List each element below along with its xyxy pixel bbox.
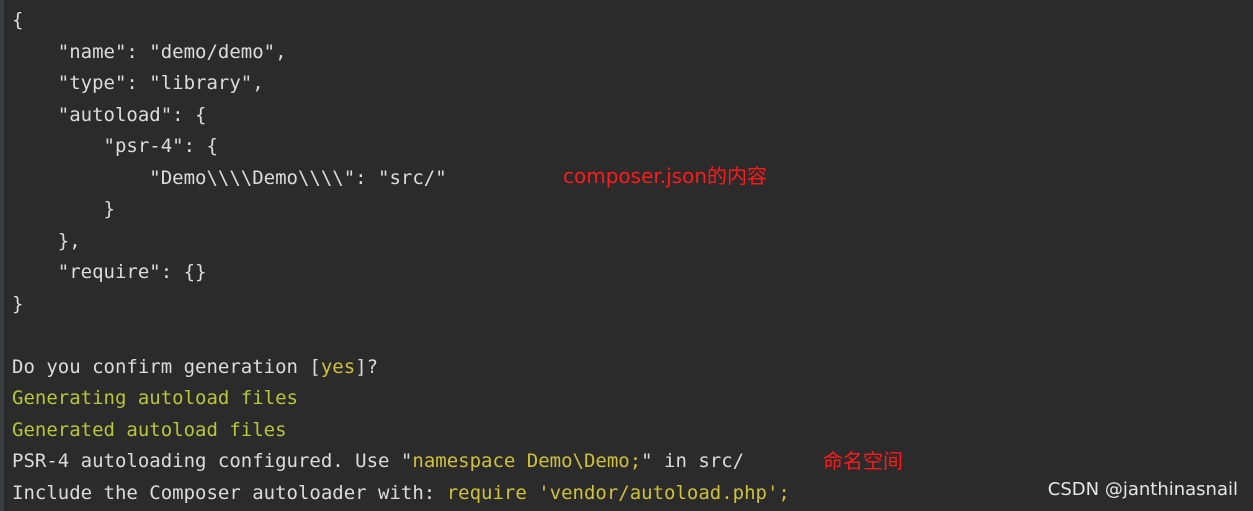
json-line: "Demo\\\\Demo\\\\": "src/" bbox=[12, 167, 447, 189]
json-line: { bbox=[12, 9, 24, 31]
annotation-composer-json: composer.json的内容 bbox=[563, 164, 768, 188]
terminal-window[interactable]: { "name": "demo/demo", "type": "library"… bbox=[0, 0, 1253, 511]
status-generated: Generated autoload files bbox=[12, 419, 287, 441]
json-line: } bbox=[12, 293, 24, 315]
include-autoloader-line: Include the Composer autoloader with: re… bbox=[12, 478, 790, 510]
include-text: Include the Composer autoloader with: bbox=[12, 482, 447, 504]
csdn-watermark: CSDN @janthinasnail bbox=[1047, 479, 1238, 500]
json-line: "require": {} bbox=[12, 261, 207, 283]
json-line: "autoload": { bbox=[12, 104, 207, 126]
require-statement: require 'vendor/autoload.php'; bbox=[446, 482, 790, 504]
json-line: "psr-4": { bbox=[12, 135, 218, 157]
json-line: "type": "library", bbox=[12, 72, 264, 94]
json-line: "name": "demo/demo", bbox=[12, 41, 287, 63]
json-line: }, bbox=[12, 230, 81, 252]
confirm-prompt: Do you confirm generation [yes]? bbox=[12, 352, 378, 384]
confirm-prompt-text: Do you confirm generation [ bbox=[12, 356, 321, 378]
status-generating: Generating autoload files bbox=[12, 387, 298, 409]
psr4-text-after: " in src/ bbox=[641, 450, 745, 472]
confirm-answer: yes bbox=[320, 356, 356, 378]
annotation-namespace: 命名空间 bbox=[823, 449, 903, 473]
psr4-text-before: PSR-4 autoloading configured. Use " bbox=[12, 450, 413, 472]
confirm-prompt-end: ]? bbox=[355, 356, 379, 378]
namespace-statement: namespace Demo\Demo; bbox=[412, 450, 642, 472]
json-line: } bbox=[12, 198, 115, 220]
psr4-config-line: PSR-4 autoloading configured. Use "names… bbox=[12, 446, 744, 478]
